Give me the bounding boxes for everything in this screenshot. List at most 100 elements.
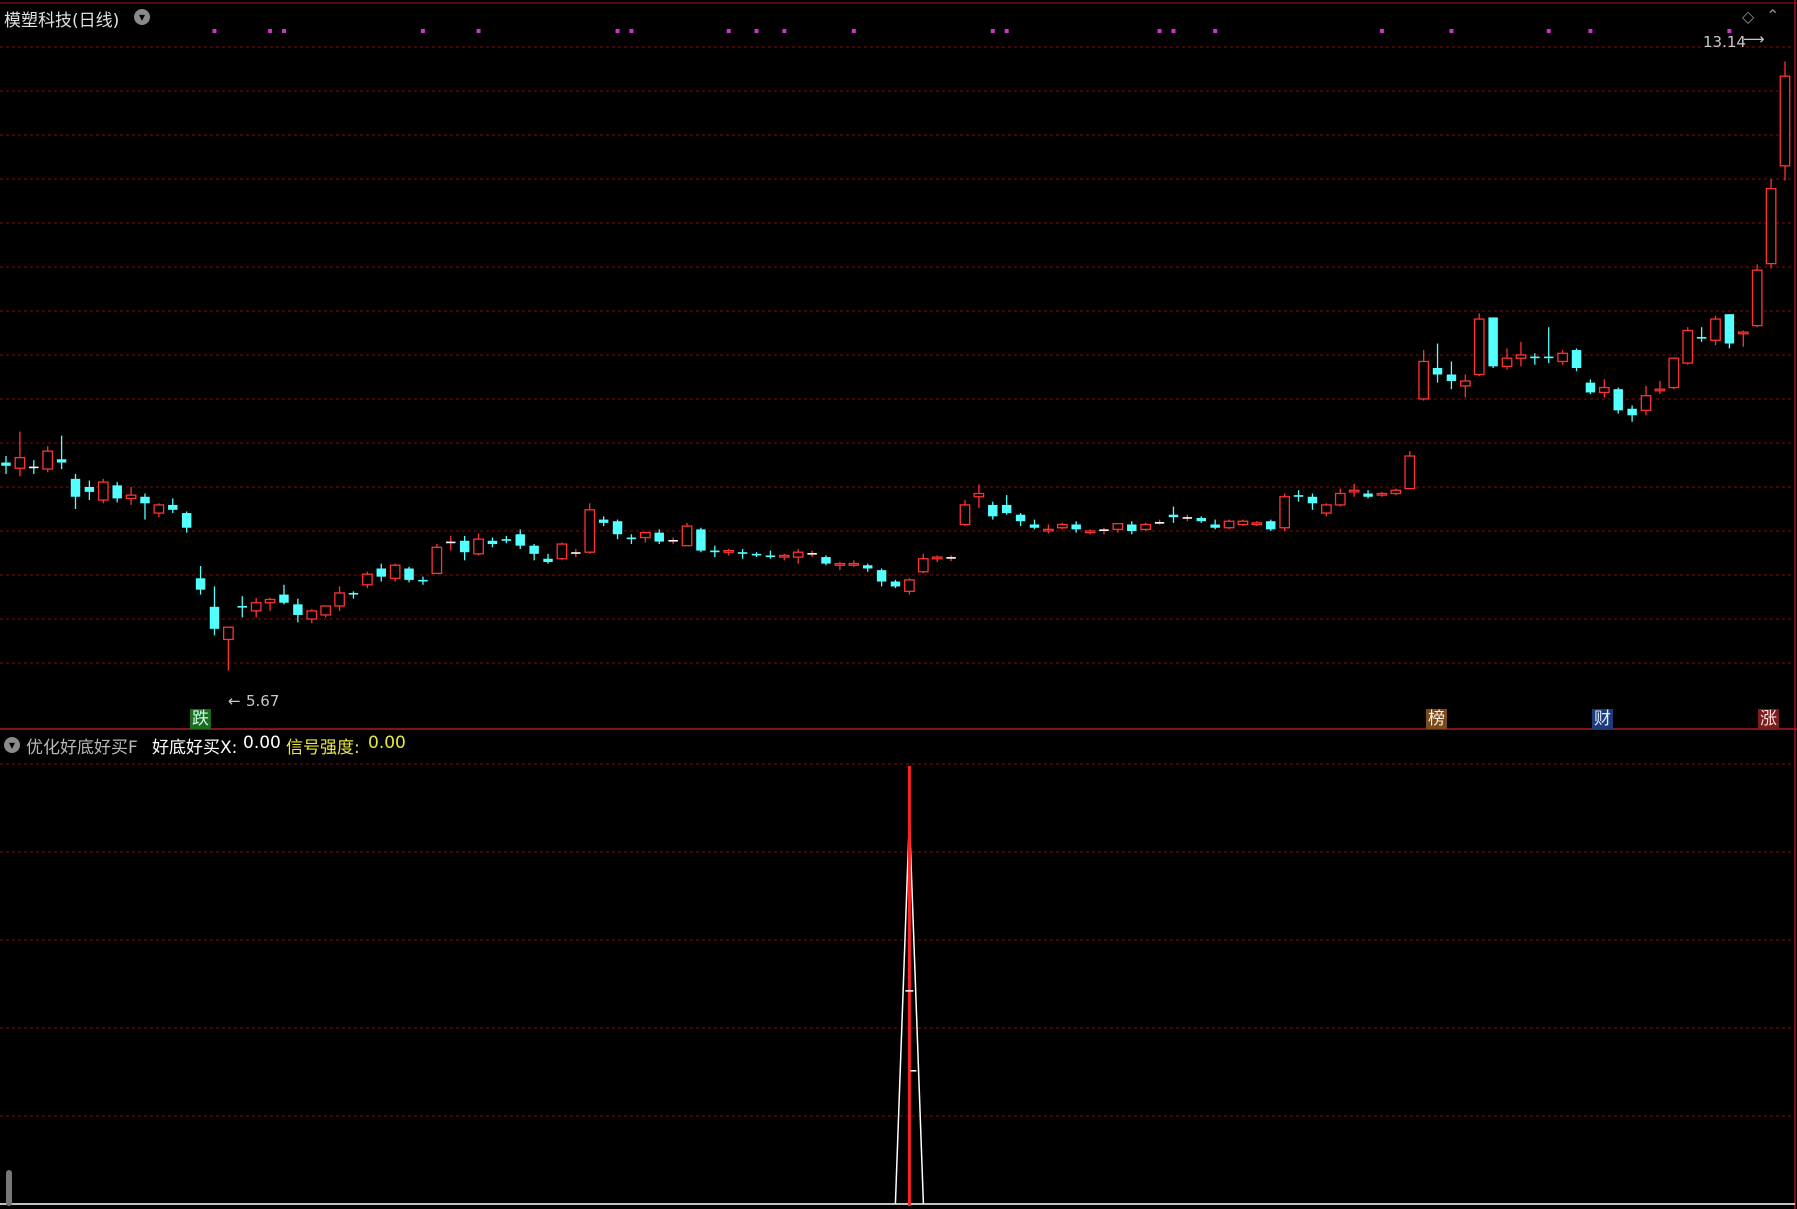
- candle: [1585, 379, 1596, 395]
- candle: [1015, 513, 1026, 527]
- candle-body: [1390, 489, 1402, 495]
- candle: [723, 548, 735, 556]
- candle: [1363, 490, 1373, 499]
- candle-body: [904, 579, 915, 592]
- candle: [1668, 357, 1680, 390]
- candlestick-chart[interactable]: [0, 0, 1797, 730]
- stock-title: 模塑科技(日线): [4, 11, 120, 31]
- candle: [84, 480, 95, 501]
- candle-body: [1765, 188, 1777, 265]
- candle-body: [1015, 514, 1026, 522]
- candle-body: [56, 459, 67, 463]
- candle: [153, 503, 165, 518]
- candle: [1056, 522, 1068, 530]
- indicator-line2-value: 0.00: [368, 733, 406, 753]
- candle: [737, 548, 748, 559]
- indicator-line2-label: 信号强度:: [286, 738, 360, 758]
- candle: [1696, 327, 1707, 342]
- candle-body: [418, 579, 428, 582]
- candle-body: [42, 450, 54, 470]
- candle: [904, 578, 915, 595]
- candle: [237, 596, 247, 618]
- candle-body: [1001, 504, 1012, 514]
- candle: [1043, 524, 1054, 534]
- candle-body: [1501, 357, 1513, 367]
- scroll-handle: [6, 1170, 12, 1206]
- candle-body: [1779, 75, 1791, 167]
- candle: [418, 576, 428, 585]
- candle-body: [112, 485, 122, 499]
- candle: [862, 563, 873, 572]
- candle-body: [389, 564, 401, 579]
- candle-body: [1585, 382, 1596, 393]
- candle-body: [848, 562, 860, 566]
- candle-body: [834, 562, 846, 566]
- candle: [1376, 491, 1388, 497]
- candle-body: [1710, 318, 1721, 341]
- candle-body: [598, 519, 609, 523]
- candle: [404, 566, 414, 583]
- chevron-down-icon[interactable]: ▾: [134, 9, 150, 25]
- candle: [195, 566, 206, 595]
- candle-body: [1557, 352, 1569, 363]
- candle: [1223, 519, 1235, 530]
- candle: [807, 550, 817, 558]
- candle-body: [250, 602, 262, 612]
- candle: [1029, 519, 1040, 530]
- candle: [1557, 350, 1569, 365]
- candle: [1196, 516, 1206, 523]
- candle: [654, 529, 664, 545]
- finance-tag[interactable]: 财: [1592, 709, 1613, 729]
- candle: [1, 456, 11, 474]
- candle-body: [654, 532, 664, 542]
- candle: [1571, 348, 1582, 372]
- candle: [765, 550, 776, 559]
- candle: [56, 435, 67, 470]
- candle-body: [862, 565, 873, 569]
- candle-body: [751, 553, 762, 556]
- candle: [1751, 264, 1763, 328]
- fall-tag[interactable]: 跌: [190, 709, 211, 729]
- low-price-label: 5.67: [246, 692, 280, 710]
- candle: [1293, 490, 1304, 502]
- candle-body: [1598, 386, 1610, 394]
- candle-body: [1446, 374, 1457, 382]
- candle: [376, 563, 386, 582]
- candle-body: [1266, 521, 1276, 530]
- candle-body: [1223, 520, 1235, 529]
- candle: [584, 503, 596, 554]
- diamond-icon[interactable]: ◇: [1742, 7, 1754, 26]
- indicator-chart[interactable]: [0, 730, 1797, 1209]
- signal-marker: [629, 29, 634, 33]
- candle-body: [612, 521, 623, 535]
- candle: [1779, 61, 1791, 181]
- candle-body: [376, 568, 386, 577]
- candle: [1544, 327, 1554, 364]
- candle-body: [1737, 331, 1749, 335]
- candle-body: [1168, 514, 1179, 518]
- chevron-down-icon[interactable]: ▾: [4, 737, 20, 753]
- candle: [751, 552, 762, 558]
- indicator-name[interactable]: 优化好底好买F: [26, 733, 138, 758]
- candle: [571, 548, 581, 558]
- candle: [1446, 361, 1457, 390]
- candle: [431, 544, 443, 575]
- high-price-label: 13.14: [1703, 33, 1746, 51]
- rise-tag[interactable]: 涨: [1758, 709, 1779, 729]
- candle-body: [1112, 523, 1124, 531]
- candle-body: [1640, 395, 1652, 412]
- candle-body: [959, 504, 971, 526]
- signal-marker: [851, 29, 856, 33]
- candle: [501, 535, 512, 544]
- chart-window: 模塑科技(日线) ▾ ◇ ⌃ 13.14 ⟶ ← 5.67 跌 榜 财 涨 ▾ …: [0, 0, 1797, 1209]
- scroll-up-icon[interactable]: ⌃: [1766, 6, 1779, 25]
- candle: [1710, 315, 1721, 346]
- candle: [1071, 521, 1081, 533]
- candle-body: [1668, 357, 1680, 389]
- candle-body: [1029, 524, 1040, 528]
- candle: [556, 542, 568, 561]
- signal-marker: [754, 29, 759, 33]
- candle-body: [487, 540, 498, 545]
- rank-tag[interactable]: 榜: [1426, 709, 1447, 729]
- candle: [1724, 314, 1735, 349]
